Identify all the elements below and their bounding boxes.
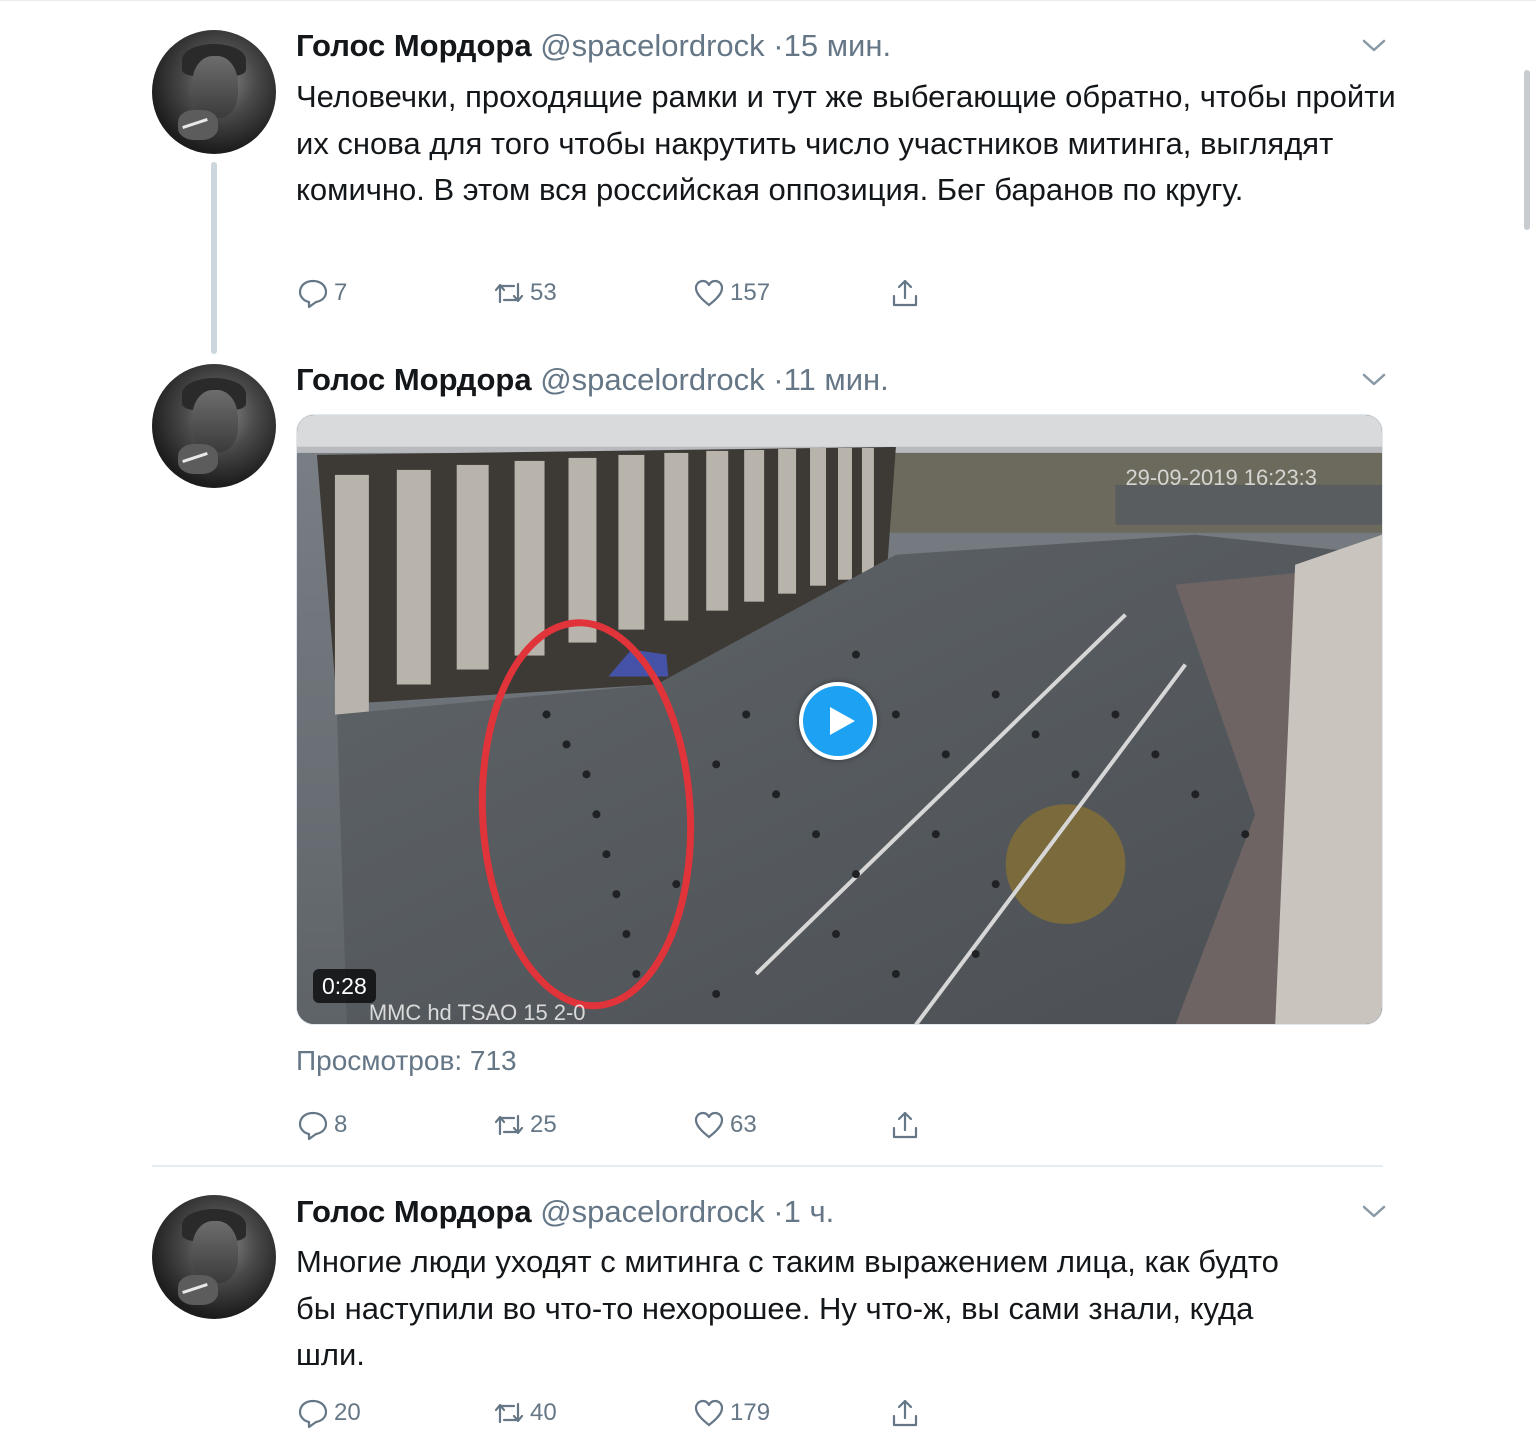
chevron-down-icon[interactable] <box>1360 36 1388 56</box>
author-handle[interactable]: @spacelordrock <box>540 1194 764 1229</box>
scrollbar[interactable] <box>1524 70 1530 230</box>
share-icon <box>892 1399 918 1427</box>
retweet-icon <box>494 1402 524 1424</box>
tweet-header: Голос Мордора @spacelordrock ·11 мин. <box>296 360 889 400</box>
like-icon <box>694 1399 724 1427</box>
reply-count: 8 <box>334 1111 348 1138</box>
reply-button[interactable]: 7 <box>296 275 347 311</box>
retweet-button[interactable]: 25 <box>492 1107 557 1143</box>
like-count: 179 <box>730 1399 771 1426</box>
chevron-down-icon[interactable] <box>1360 1202 1388 1222</box>
author-name[interactable]: Голос Мордора <box>296 28 532 63</box>
separator: · <box>773 28 784 63</box>
top-border <box>0 0 1536 1</box>
tweet-time[interactable]: 1 ч. <box>784 1194 835 1229</box>
view-count: Просмотров: 713 <box>296 1045 517 1076</box>
tweet-text: Человечки, проходящие рамки и тут же выб… <box>296 79 1396 207</box>
play-icon <box>830 707 855 735</box>
share-button[interactable] <box>888 275 926 311</box>
tweet-actions: 20 40 179 <box>296 1395 936 1431</box>
reply-count: 7 <box>334 279 348 306</box>
reply-count: 20 <box>334 1399 361 1426</box>
separator: · <box>773 1194 784 1229</box>
author-name[interactable]: Голос Мордора <box>296 362 532 397</box>
reply-icon <box>298 279 328 309</box>
author-name[interactable]: Голос Мордора <box>296 1194 532 1229</box>
like-icon <box>694 279 724 307</box>
reply-icon <box>298 1111 328 1141</box>
retweet-icon <box>494 1114 524 1136</box>
tweet-divider <box>152 1165 1383 1167</box>
tweet-header: Голос Мордора @spacelordrock ·1 ч. <box>296 1192 834 1232</box>
avatar[interactable] <box>152 364 276 488</box>
tweet-time[interactable]: 11 мин. <box>784 362 889 397</box>
author-handle[interactable]: @spacelordrock <box>540 28 764 63</box>
tweet-time[interactable]: 15 мин. <box>784 28 891 63</box>
retweet-count: 25 <box>530 1111 557 1138</box>
like-icon <box>694 1111 724 1139</box>
tweet-actions: 7 53 157 <box>296 275 936 311</box>
author-handle[interactable]: @spacelordrock <box>540 362 764 397</box>
share-button[interactable] <box>888 1395 926 1431</box>
reply-button[interactable]: 20 <box>296 1395 361 1431</box>
avatar[interactable] <box>152 1195 276 1319</box>
reply-icon <box>298 1399 328 1429</box>
play-button[interactable] <box>799 682 877 760</box>
tweet-actions: 8 25 63 <box>296 1107 936 1143</box>
tweet-text: Многие люди уходят с митинга с таким выр… <box>296 1244 1279 1372</box>
like-count: 157 <box>730 279 771 306</box>
share-icon <box>892 1111 918 1139</box>
like-button[interactable]: 179 <box>692 1395 770 1431</box>
like-button[interactable]: 63 <box>692 1107 757 1143</box>
video-player[interactable]: 29-09-2019 16:23:3 MMC hd TSAO 15 2-0 0:… <box>296 414 1383 1025</box>
video-timestamp-overlay: 29-09-2019 16:23:3 <box>1125 465 1317 490</box>
share-icon <box>892 279 918 307</box>
like-count: 63 <box>730 1111 757 1138</box>
video-camera-overlay: MMC hd TSAO 15 2-0 <box>369 1000 586 1025</box>
chevron-down-icon[interactable] <box>1360 370 1388 390</box>
tweet-header: Голос Мордора @spacelordrock ·15 мин. <box>296 26 891 66</box>
retweet-count: 40 <box>530 1399 557 1426</box>
retweet-count: 53 <box>530 279 557 306</box>
thread-connector <box>211 162 217 354</box>
like-button[interactable]: 157 <box>692 275 770 311</box>
retweet-icon <box>494 282 524 304</box>
retweet-button[interactable]: 53 <box>492 275 557 311</box>
separator: · <box>773 362 784 397</box>
retweet-button[interactable]: 40 <box>492 1395 557 1431</box>
share-button[interactable] <box>888 1107 926 1143</box>
avatar[interactable] <box>152 30 276 154</box>
reply-button[interactable]: 8 <box>296 1107 347 1143</box>
video-duration: 0:28 <box>313 969 376 1003</box>
